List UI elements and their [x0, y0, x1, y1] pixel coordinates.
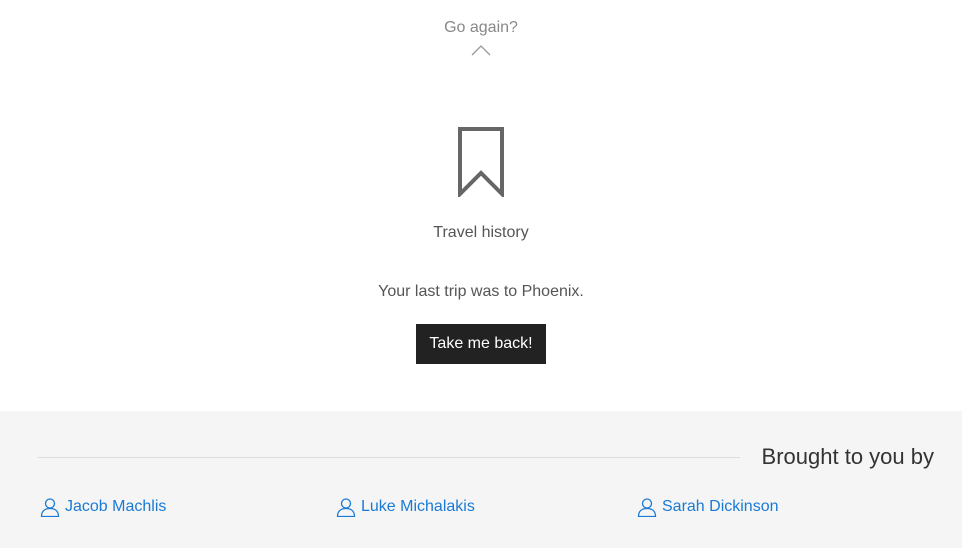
credit-link-luke-michalakis[interactable]: Luke Michalakis	[336, 497, 475, 517]
credit-name: Sarah Dickinson	[662, 498, 779, 515]
user-icon	[637, 498, 657, 517]
credit-link-sarah-dickinson[interactable]: Sarah Dickinson	[637, 497, 779, 517]
chevron-up-icon	[471, 45, 491, 56]
page: Go again? Travel history Your last trip …	[0, 0, 962, 548]
footer: Brought to you by Jacob Machlis Luke Mic…	[0, 411, 962, 548]
go-again-label: Go again?	[444, 19, 518, 36]
go-again-link[interactable]: Go again?	[0, 18, 962, 56]
credit-name: Jacob Machlis	[65, 498, 167, 515]
user-icon	[336, 498, 356, 517]
take-me-back-button[interactable]: Take me back!	[416, 324, 546, 364]
history-title: Travel history	[433, 224, 529, 241]
credit-link-jacob-machlis[interactable]: Jacob Machlis	[40, 497, 166, 517]
footer-divider	[38, 457, 740, 458]
last-trip-message: Your last trip was to Phoenix.	[378, 283, 584, 300]
bookmark-icon	[458, 127, 504, 197]
footer-heading: Brought to you by	[761, 444, 934, 469]
travel-history-section: Travel history Your last trip was to Pho…	[0, 127, 962, 364]
user-icon	[40, 498, 60, 517]
credit-name: Luke Michalakis	[361, 498, 475, 515]
